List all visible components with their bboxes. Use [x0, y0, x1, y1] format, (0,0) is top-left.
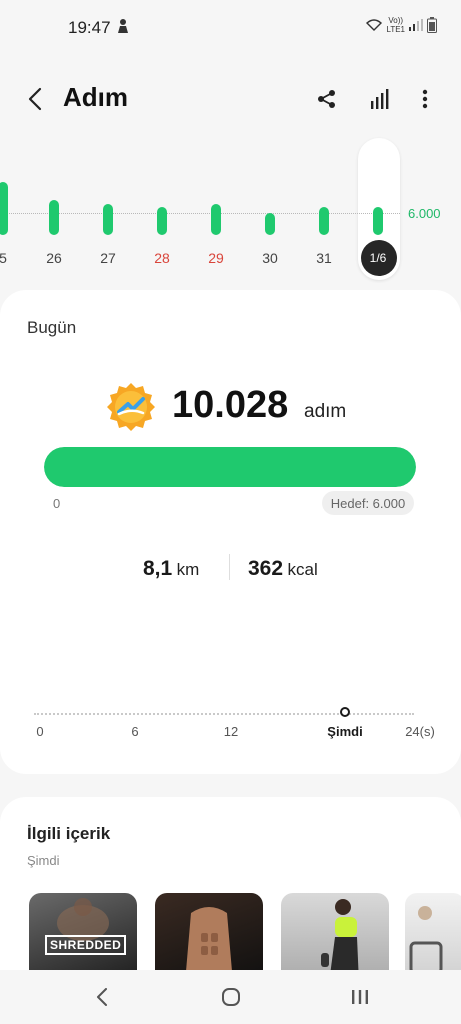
step-unit: adım — [304, 401, 347, 422]
system-nav-bar — [0, 970, 461, 1024]
daily-steps-strip: 6.000 5 26 27 28 29 30 31 1/6 — [0, 138, 461, 288]
nav-home-button[interactable] — [211, 980, 251, 1014]
achievement-badge-icon — [106, 382, 156, 432]
hourly-tick-label: 0 — [36, 724, 44, 739]
distance-value: 8,1 — [143, 557, 173, 580]
day-bar[interactable] — [49, 199, 59, 235]
calories-unit: kcal — [287, 560, 318, 579]
goal-progress-fill — [44, 447, 416, 487]
today-card: Bugün 10.028 adım 0 Hedef: 6.000 8,1 km … — [0, 290, 461, 774]
day-label[interactable]: 31 — [304, 250, 344, 266]
goal-line — [0, 213, 400, 214]
day-label[interactable]: 5 — [0, 250, 23, 266]
now-marker — [340, 707, 350, 717]
status-icons: Vo)) LTE1 — [366, 16, 437, 34]
stats-button[interactable] — [365, 84, 395, 114]
network-type-label: Vo)) LTE1 — [386, 16, 405, 34]
related-title: İlgili içerik — [27, 824, 111, 843]
day-bar[interactable] — [373, 207, 383, 235]
nav-home-icon — [222, 988, 240, 1006]
shredded-badge: SHREDDED — [45, 935, 127, 955]
day-bar[interactable] — [319, 207, 329, 235]
day-bar[interactable] — [157, 206, 167, 235]
day-bar[interactable] — [103, 204, 113, 235]
distance-stat: 8,1 km — [143, 557, 199, 581]
day-bar[interactable] — [0, 182, 8, 235]
wifi-icon — [366, 19, 383, 31]
calories-stat: 362 kcal — [248, 557, 318, 581]
goal-chip: Hedef: 6.000 — [322, 491, 414, 515]
day-label[interactable]: 27 — [88, 250, 128, 266]
progress-min-label: 0 — [53, 496, 61, 511]
status-time: 19:47 — [68, 18, 111, 37]
nav-recents-button[interactable] — [340, 980, 380, 1014]
nav-back-icon — [97, 988, 107, 1006]
stat-divider — [229, 554, 230, 580]
hourly-baseline — [34, 713, 414, 715]
goal-line-label: 6.000 — [408, 206, 441, 221]
today-title: Bugün — [27, 318, 77, 337]
hourly-tick-label: 24(s) — [405, 724, 435, 739]
status-bar: 19:47 Vo)) LTE1 — [0, 0, 461, 56]
chevron-left-icon — [28, 87, 42, 111]
distance-unit: km — [176, 560, 200, 579]
bar-chart-icon — [371, 89, 389, 109]
app-bar: Adım — [0, 70, 461, 126]
day-label[interactable]: 1/6 — [358, 251, 398, 265]
calories-value: 362 — [248, 557, 284, 580]
more-options-button[interactable] — [410, 84, 440, 114]
day-bar[interactable] — [211, 203, 221, 235]
share-icon — [318, 90, 335, 108]
nav-back-button[interactable] — [82, 980, 122, 1014]
back-button[interactable] — [20, 84, 50, 114]
hourly-steps-chart: 0 6 12 Şimdi 24(s) — [0, 625, 461, 750]
day-label[interactable]: 26 — [34, 250, 74, 266]
related-subtitle: Şimdi — [27, 853, 60, 868]
hourly-tick-label: 12 — [223, 724, 239, 739]
hourly-tick-label: Şimdi — [327, 724, 363, 739]
battery-icon — [427, 17, 437, 33]
day-label[interactable]: 28 — [142, 250, 182, 266]
day-label[interactable]: 30 — [250, 250, 290, 266]
signal-icon — [409, 19, 423, 31]
hourly-tick-label: 6 — [131, 724, 139, 739]
nav-recents-icon — [352, 990, 368, 1004]
more-vertical-icon — [422, 89, 428, 109]
share-button[interactable] — [312, 84, 342, 114]
person-icon — [116, 18, 130, 38]
page-title: Adım — [63, 82, 128, 112]
day-bar[interactable] — [265, 213, 275, 235]
goal-progress-bar — [44, 447, 416, 487]
day-label[interactable]: 29 — [196, 250, 236, 266]
step-count: 10.028 — [172, 384, 289, 426]
